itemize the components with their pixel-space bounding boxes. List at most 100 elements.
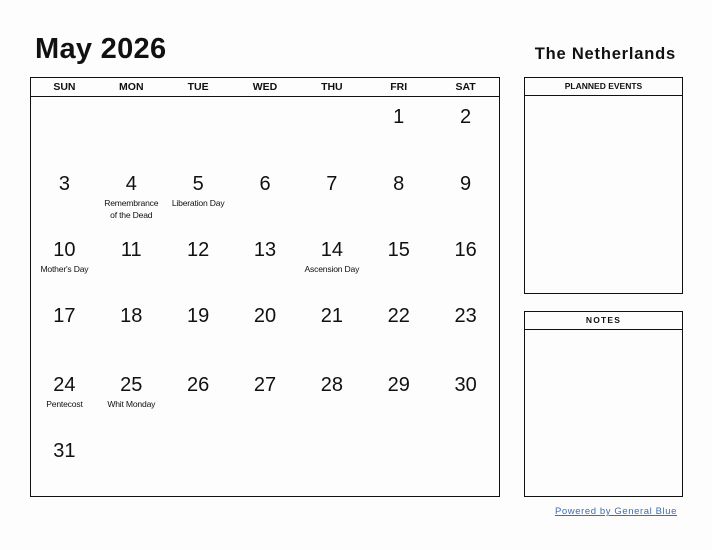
day-cell[interactable]: 5 Liberation Day bbox=[165, 164, 232, 230]
day-cell[interactable]: 30 bbox=[432, 365, 499, 431]
day-cell[interactable]: 11 bbox=[98, 230, 165, 296]
day-cell[interactable]: 28 bbox=[298, 365, 365, 431]
day-cell bbox=[232, 97, 299, 164]
day-number: 18 bbox=[120, 305, 143, 327]
day-cell[interactable]: 21 bbox=[298, 296, 365, 365]
day-number: 22 bbox=[387, 305, 410, 327]
day-cell[interactable]: 13 bbox=[232, 230, 299, 296]
day-cell[interactable]: 10 Mother's Day bbox=[31, 230, 98, 296]
calendar-weeks: 1 2 3 4 Remembrance of the Dead 5 Liberation D… bbox=[31, 97, 499, 495]
weekday-header: SUN MON TUE WED THU FRI SAT bbox=[31, 78, 499, 97]
day-number: 5 bbox=[192, 173, 204, 195]
week-row: 31 bbox=[31, 431, 499, 495]
day-cell[interactable]: 27 bbox=[232, 365, 299, 431]
holiday-label: Whit Monday bbox=[107, 399, 156, 409]
day-cell bbox=[165, 97, 232, 164]
notes-panel[interactable]: NOTES bbox=[524, 311, 683, 497]
day-number bbox=[165, 97, 232, 106]
day-cell[interactable]: 15 bbox=[365, 230, 432, 296]
day-number bbox=[98, 97, 165, 106]
day-number bbox=[298, 97, 365, 106]
day-number: 26 bbox=[187, 374, 210, 396]
day-number: 11 bbox=[120, 239, 142, 261]
day-number: 4 bbox=[125, 173, 137, 195]
day-number: 14 bbox=[320, 239, 343, 261]
holiday-label: Liberation Day bbox=[171, 198, 225, 208]
day-cell[interactable]: 12 bbox=[165, 230, 232, 296]
day-cell[interactable]: 18 bbox=[98, 296, 165, 365]
day-number: 24 bbox=[53, 374, 76, 396]
day-cell[interactable]: 16 bbox=[432, 230, 499, 296]
day-number: 10 bbox=[53, 239, 76, 261]
day-cell[interactable]: 29 bbox=[365, 365, 432, 431]
day-number: 23 bbox=[454, 305, 477, 327]
week-row: 3 4 Remembrance of the Dead 5 Liberation Day… bbox=[31, 164, 499, 230]
day-cell[interactable]: 3 bbox=[31, 164, 98, 230]
day-number: 15 bbox=[387, 239, 410, 261]
day-cell bbox=[98, 97, 165, 164]
page-title: May 2026 bbox=[35, 33, 167, 65]
day-number: 9 bbox=[460, 173, 472, 195]
day-number: 8 bbox=[393, 173, 405, 195]
day-cell[interactable]: 2 bbox=[432, 97, 499, 164]
day-cell[interactable]: 24 Pentecost bbox=[31, 365, 98, 431]
day-number bbox=[432, 431, 499, 440]
day-number: 2 bbox=[460, 106, 472, 128]
country-name: The Netherlands bbox=[534, 45, 676, 63]
day-number: 27 bbox=[253, 374, 277, 396]
day-cell[interactable]: 14 Ascension Day bbox=[298, 230, 365, 296]
day-cell[interactable]: 22 bbox=[365, 296, 432, 365]
day-cell[interactable]: 17 bbox=[31, 296, 98, 365]
day-cell bbox=[365, 431, 432, 495]
week-row: 10 Mother's Day 11 12 13 14 Ascension Day 15 16 bbox=[31, 230, 499, 296]
day-number: 6 bbox=[259, 173, 271, 195]
day-cell bbox=[432, 431, 499, 495]
day-cell bbox=[31, 97, 98, 164]
day-cell[interactable]: 20 bbox=[232, 296, 299, 365]
day-number: 29 bbox=[387, 374, 410, 396]
day-number: 31 bbox=[53, 440, 76, 462]
calendar-grid: SUN MON TUE WED THU FRI SAT 1 2 3 4 Remembra… bbox=[30, 77, 500, 497]
day-number bbox=[98, 431, 165, 440]
day-number: 16 bbox=[454, 239, 477, 261]
day-cell bbox=[298, 431, 365, 495]
day-number: 7 bbox=[326, 173, 338, 195]
day-cell[interactable]: 1 bbox=[365, 97, 432, 164]
day-cell[interactable]: 6 bbox=[232, 164, 299, 230]
holiday-label: Ascension Day bbox=[304, 264, 360, 274]
day-number: 19 bbox=[187, 305, 210, 327]
day-cell[interactable]: 19 bbox=[165, 296, 232, 365]
day-number bbox=[232, 97, 299, 106]
weekday-thu: THU bbox=[321, 81, 343, 93]
day-number bbox=[165, 431, 232, 440]
day-cell[interactable]: 25 Whit Monday bbox=[98, 365, 165, 431]
weekday-sun: SUN bbox=[53, 81, 76, 93]
weekday-sat: SAT bbox=[455, 81, 476, 93]
day-cell[interactable]: 4 Remembrance of the Dead bbox=[98, 164, 165, 230]
day-number: 13 bbox=[253, 239, 277, 261]
day-number: 12 bbox=[187, 239, 210, 261]
day-cell[interactable]: 23 bbox=[432, 296, 499, 365]
day-cell[interactable]: 7 bbox=[298, 164, 365, 230]
day-cell bbox=[232, 431, 299, 495]
day-number: 17 bbox=[53, 305, 76, 327]
day-cell[interactable]: 26 bbox=[165, 365, 232, 431]
day-cell[interactable]: 9 bbox=[432, 164, 499, 230]
day-number: 20 bbox=[253, 305, 277, 327]
notes-heading: NOTES bbox=[525, 312, 682, 330]
holiday-label: Remembrance of the Dead bbox=[104, 198, 159, 220]
powered-by-link[interactable]: Powered by General Blue bbox=[555, 506, 677, 517]
day-cell[interactable]: 8 bbox=[365, 164, 432, 230]
day-number: 25 bbox=[120, 374, 143, 396]
week-row: 24 Pentecost 25 Whit Monday 26 27 28 29 30 bbox=[31, 365, 499, 431]
day-number bbox=[232, 431, 299, 440]
day-cell bbox=[165, 431, 232, 495]
day-cell bbox=[98, 431, 165, 495]
weekday-mon: MON bbox=[119, 81, 144, 93]
planned-events-panel[interactable]: PLANNED EVENTS bbox=[524, 77, 683, 294]
day-cell bbox=[298, 97, 365, 164]
day-cell[interactable]: 31 bbox=[31, 431, 98, 495]
planned-events-heading: PLANNED EVENTS bbox=[525, 78, 682, 96]
day-number: 3 bbox=[58, 173, 70, 195]
day-number: 28 bbox=[320, 374, 343, 396]
